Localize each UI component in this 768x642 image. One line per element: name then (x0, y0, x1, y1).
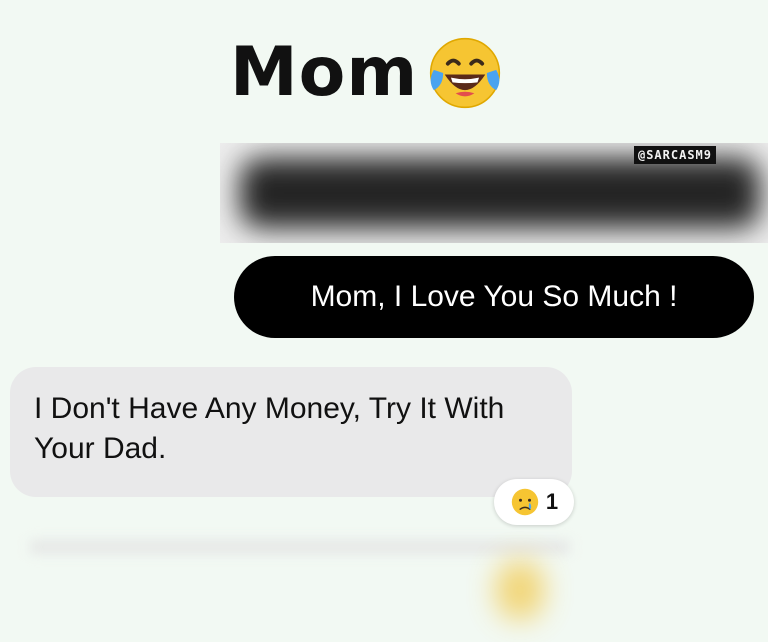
faded-message-edge (30, 540, 570, 554)
redacted-content (240, 158, 760, 228)
conversation-header: Mom (230, 28, 504, 118)
page-title: Mom (230, 33, 419, 112)
crying-face-icon (511, 488, 539, 516)
message-text: Mom, I Love You So Much ! (310, 280, 678, 313)
faded-emoji-blur (496, 560, 544, 620)
incoming-message-bubble[interactable]: I Don't Have Any Money, Try It With Your… (10, 367, 572, 497)
chat-screen: Mom @SARCASM9 Mom, I Love You So Much ! … (0, 0, 768, 642)
outgoing-message-bubble[interactable]: Mom, I Love You So Much ! (234, 256, 754, 338)
reaction-badge[interactable]: 1 (494, 479, 574, 525)
face-with-tears-of-joy-icon (430, 37, 501, 109)
watermark: @SARCASM9 (633, 146, 716, 164)
message-text: I Don't Have Any Money, Try It With Your… (34, 392, 505, 465)
reaction-count: 1 (545, 489, 559, 514)
